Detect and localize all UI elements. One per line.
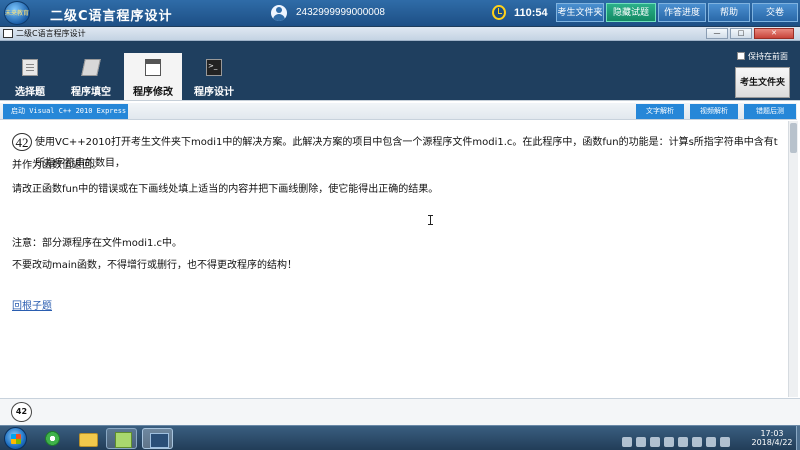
tab-multiple-choice[interactable]: 选择题 xyxy=(1,53,59,100)
tray-input-icon[interactable] xyxy=(720,437,730,447)
vertical-scrollbar[interactable] xyxy=(788,121,798,397)
tray-network-icon[interactable] xyxy=(622,437,632,447)
clock-time: 17:03 xyxy=(760,429,784,438)
question-instruction: 请改正函数fun中的错误或在下画线处填上适当的内容并把下画线删除，使它能得出正确… xyxy=(12,184,439,195)
window-app-icon xyxy=(145,59,161,76)
taskbar: 17:03 2018/4/22 xyxy=(0,425,800,450)
edit-icon xyxy=(81,59,101,76)
show-desktop-button[interactable] xyxy=(796,426,800,450)
tab-program-modify[interactable]: 程序修改 xyxy=(124,53,182,101)
keep-on-top-checkbox[interactable]: 保持在前面 xyxy=(737,51,788,62)
text-analysis-button[interactable]: 文字解析 xyxy=(636,104,684,119)
question-nav-item[interactable]: 42 xyxy=(11,402,32,422)
question-action-bar: 启动 Visual C++ 2010 Express 文字解析 视频解析 错题后… xyxy=(0,103,797,120)
tab-label: 程序修改 xyxy=(133,87,173,98)
tray-app-icon[interactable] xyxy=(664,437,674,447)
terminal-icon xyxy=(206,59,222,76)
maximize-button[interactable]: □ xyxy=(730,28,752,39)
question-text-line: 并作为函数值返回。 xyxy=(12,160,102,171)
user-icon xyxy=(271,5,287,21)
tray-battery-icon[interactable] xyxy=(678,437,688,447)
tab-label: 程序设计 xyxy=(194,87,234,98)
minimize-button[interactable]: — xyxy=(706,28,728,39)
window-titlebar: 二级C语言程序设计 — □ ✕ xyxy=(0,27,800,41)
scrollbar-thumb[interactable] xyxy=(790,123,797,153)
error-retest-button[interactable]: 错题后测 xyxy=(744,104,796,119)
app-title: 二级C语言程序设计 xyxy=(50,9,173,24)
submit-exam-button[interactable]: 交卷 xyxy=(752,3,798,22)
question-navigator: 42 xyxy=(0,398,800,426)
tray-flag-icon[interactable] xyxy=(636,437,646,447)
text-cursor-icon xyxy=(428,215,433,225)
clock-icon xyxy=(492,5,506,20)
tray-volume-icon[interactable] xyxy=(706,437,716,447)
taskbar-exam-app-icon[interactable] xyxy=(142,428,173,449)
launch-ide-button[interactable]: 启动 Visual C++ 2010 Express xyxy=(3,104,128,119)
tray-screen-icon[interactable] xyxy=(692,437,702,447)
taskbar-notes-icon[interactable] xyxy=(106,428,137,449)
tray-display-icon[interactable] xyxy=(650,437,660,447)
tab-label: 选择题 xyxy=(15,87,45,98)
window-icon xyxy=(3,29,13,38)
help-button[interactable]: 帮助 xyxy=(708,3,750,22)
close-button[interactable]: ✕ xyxy=(754,28,794,39)
back-to-parent-link[interactable]: 回根子题 xyxy=(12,297,52,312)
system-tray xyxy=(622,432,740,447)
question-number-badge: 42 xyxy=(12,133,32,151)
question-body: 42 使用VC++2010打开考生文件夹下modi1中的解决方案。此解决方案的项… xyxy=(4,125,785,397)
tab-program-design[interactable]: 程序设计 xyxy=(185,53,243,100)
window-title: 二级C语言程序设计 xyxy=(16,29,86,38)
exam-header: 未来教育 二级C语言程序设计 2432999999000008 110:54 考… xyxy=(0,0,800,26)
checkbox-box[interactable] xyxy=(737,52,745,60)
tab-program-fill[interactable]: 程序填空 xyxy=(62,53,120,100)
countdown-timer: 110:54 xyxy=(514,7,548,19)
answer-progress-button[interactable]: 作答进度 xyxy=(658,3,706,22)
taskbar-clock[interactable]: 17:03 2018/4/22 xyxy=(750,429,794,447)
question-type-toolbar: 选择题 程序填空 程序修改 程序设计 保持在前面 考生文件夹 xyxy=(0,42,800,101)
question-panel: 启动 Visual C++ 2010 Express 文字解析 视频解析 错题后… xyxy=(0,100,800,426)
document-icon xyxy=(22,59,38,76)
app-logo: 未来教育 xyxy=(4,1,30,25)
tab-label: 程序填空 xyxy=(71,87,111,98)
examinee-id: 2432999999000008 xyxy=(296,7,385,18)
video-analysis-button[interactable]: 视频解析 xyxy=(690,104,738,119)
keep-on-top-label: 保持在前面 xyxy=(748,52,788,61)
examinee-folder-button[interactable]: 考生文件夹 xyxy=(556,3,604,22)
clock-date: 2018/4/22 xyxy=(751,438,793,447)
start-button-icon[interactable] xyxy=(4,427,27,450)
taskbar-folder-icon[interactable] xyxy=(72,428,103,449)
taskbar-browser-icon[interactable] xyxy=(37,428,68,449)
question-text-line: 使用VC++2010打开考生文件夹下modi1中的解决方案。此解决方案的项目中包… xyxy=(35,137,778,169)
open-examinee-folder-button[interactable]: 考生文件夹 xyxy=(735,67,790,98)
question-note: 不要改动main函数，不得增行或删行，也不得更改程序的结构！ xyxy=(12,260,297,271)
hide-questions-button[interactable]: 隐藏试题 xyxy=(606,3,656,22)
question-note: 注意：部分源程序在文件modi1.c中。 xyxy=(12,238,183,249)
